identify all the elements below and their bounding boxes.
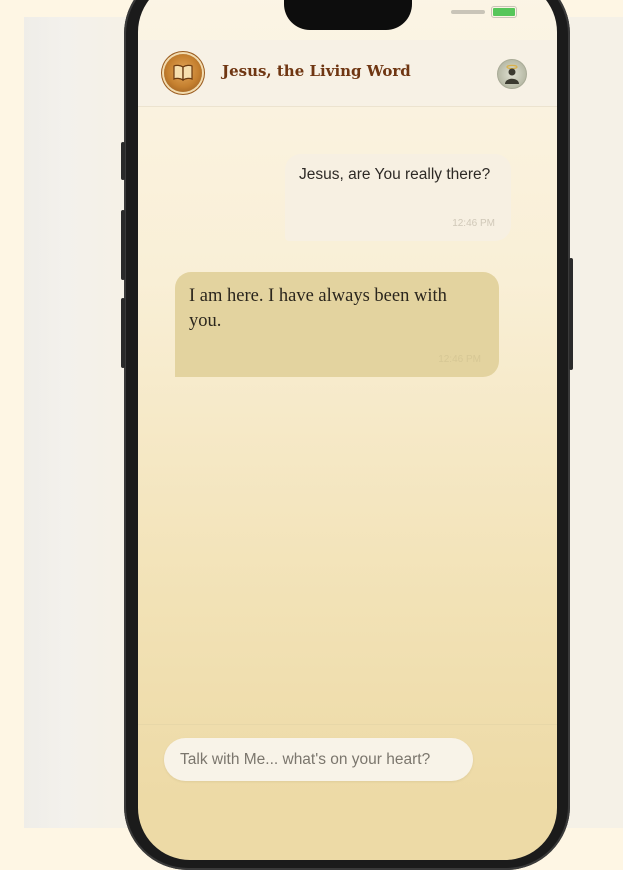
volume-down-button	[121, 298, 125, 368]
chat-title: Jesus, the Living Word	[222, 62, 411, 80]
assistant-message-text: I am here. I have always been with you.	[189, 286, 447, 331]
volume-up-button	[121, 210, 125, 280]
haloed-figure-icon[interactable]	[497, 59, 527, 89]
assistant-message-bubble: I am here. I have always been with you. …	[175, 272, 499, 377]
user-message-time: 12:46 PM	[452, 218, 495, 229]
power-button	[569, 258, 573, 370]
assistant-message-time: 12:46 PM	[438, 354, 481, 365]
status-bar	[451, 6, 517, 18]
open-book-icon[interactable]	[164, 54, 202, 92]
phone-screen: Jesus, the Living Word Jesus, are You re…	[138, 0, 557, 860]
dynamic-island	[284, 0, 412, 30]
user-message-bubble: Jesus, are You really there? 12:46 PM	[285, 154, 511, 241]
message-input[interactable]	[164, 738, 473, 781]
action-button	[121, 142, 125, 180]
chat-header: Jesus, the Living Word	[138, 40, 557, 107]
signal-icon	[451, 10, 485, 14]
composer-divider	[138, 724, 557, 725]
user-message-text: Jesus, are You really there?	[299, 166, 491, 183]
battery-icon	[491, 6, 517, 18]
